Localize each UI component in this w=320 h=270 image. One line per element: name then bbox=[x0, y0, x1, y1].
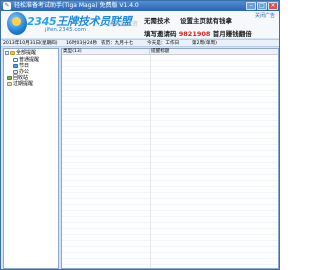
ad-invite-code: 9821908 bbox=[178, 30, 211, 38]
ad-promo-2a: 填写邀请码 bbox=[144, 30, 177, 38]
clipboard-icon bbox=[13, 69, 18, 74]
status-week: 第2周(单周) bbox=[192, 41, 217, 46]
minimize-button[interactable]: – bbox=[246, 2, 256, 10]
app-pencil-icon: ✎ bbox=[3, 2, 11, 10]
tree-item-label: 过期提醒 bbox=[13, 81, 34, 87]
close-ad-link[interactable]: 关闭广告 bbox=[255, 12, 275, 19]
reminder-list[interactable]: 类型(13) 提醒标题 bbox=[61, 48, 279, 269]
window-title: 轻松准备考试助手(Tiga Maga) 免费版 V1.4.0 bbox=[14, 2, 139, 9]
category-tree[interactable]: - 全部提醒 普通提醒 节日 办公 回收站 过期提醒 bbox=[3, 48, 59, 269]
status-date: 2013年10月31日(星期四) bbox=[3, 41, 58, 46]
ad-promo-line-2: 填写邀请码 9821908 首月赚钱翻倍 bbox=[144, 28, 252, 38]
ad-promo-1b: 设置主页就有钱拿 bbox=[180, 17, 232, 25]
folder-icon bbox=[10, 50, 15, 55]
date-status-bar: 2013年10月31日(星期四) 16时03分24秒 农历：九月十七 今天是：工… bbox=[1, 39, 279, 47]
ad-promo-2b: 首月赚钱翻倍 bbox=[212, 30, 252, 38]
calendar-icon bbox=[13, 63, 18, 68]
close-button[interactable]: × bbox=[268, 2, 278, 10]
column-divider bbox=[150, 55, 151, 268]
status-time: 16时03分24秒 bbox=[66, 41, 98, 46]
tree-collapse-toggle[interactable]: - bbox=[5, 50, 9, 55]
maximize-button[interactable]: □ bbox=[257, 2, 267, 10]
ad-promo-1a: 无需技术 bbox=[144, 17, 170, 25]
ad-banner[interactable]: 2345王牌技术员联盟 jifen.2345.com 得身份工资 关闭广告 无需… bbox=[1, 11, 279, 38]
app-window: ✎ 轻松准备考试助手(Tiga Maga) 免费版 V1.4.0 – □ × 2… bbox=[0, 0, 280, 270]
tree-item-label: 全部提醒 bbox=[16, 50, 37, 56]
list-body[interactable] bbox=[62, 55, 278, 268]
note-icon bbox=[7, 81, 12, 86]
window-controls: – □ × bbox=[246, 2, 278, 10]
title-bar[interactable]: ✎ 轻松准备考试助手(Tiga Maga) 免费版 V1.4.0 – □ × bbox=[1, 1, 279, 11]
status-lunar: 农历：九月十七 bbox=[101, 41, 134, 46]
recycle-bin-icon bbox=[7, 75, 12, 80]
list-icon bbox=[13, 57, 18, 62]
tree-item-all[interactable]: - 全部提醒 bbox=[5, 50, 36, 56]
ad-watermark: 得身份工资 bbox=[108, 21, 139, 28]
tree-item-expired[interactable]: 过期提醒 bbox=[7, 81, 33, 87]
ad-logo-url: jifen.2345.com bbox=[45, 27, 87, 33]
ad-promo-line-1: 无需技术 设置主页就有钱拿 bbox=[144, 15, 232, 25]
status-today: 今天是：工作日 bbox=[147, 41, 180, 46]
mascot-face-icon bbox=[12, 17, 21, 26]
